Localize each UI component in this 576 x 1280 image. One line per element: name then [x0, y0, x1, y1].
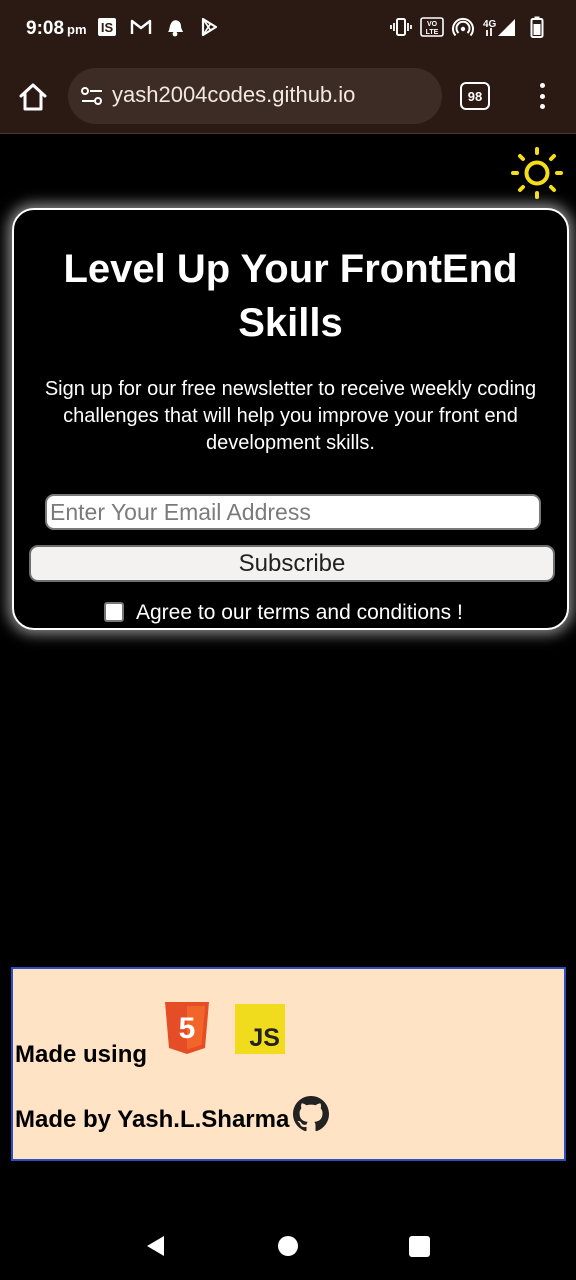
menu-dot-icon	[539, 104, 545, 109]
browser-toolbar: yash2004codes.github.io 98	[0, 58, 576, 134]
volte-icon: VO LTE	[420, 16, 444, 38]
sun-icon	[511, 147, 563, 199]
notification-bell-icon	[164, 16, 186, 38]
vibrate-icon	[390, 16, 412, 38]
svg-text:IS: IS	[101, 20, 114, 35]
home-icon	[19, 83, 47, 111]
newsletter-card: Level Up Your FrontEnd Skills Sign up fo…	[12, 208, 569, 630]
home-nav-button[interactable]	[278, 1236, 298, 1256]
more-menu-button[interactable]	[530, 80, 554, 112]
site-settings-icon[interactable]	[80, 84, 104, 108]
menu-dot-icon	[539, 83, 545, 88]
made-using-label: Made using	[15, 1041, 148, 1068]
svg-text:4G: 4G	[483, 19, 497, 30]
gmail-icon	[130, 16, 152, 38]
battery-icon	[526, 16, 548, 38]
svg-text:LTE: LTE	[426, 29, 439, 36]
terms-row: Agree to our terms and conditions !	[14, 601, 567, 632]
js-logo-text: JS	[249, 1024, 280, 1052]
address-bar[interactable]: yash2004codes.github.io	[68, 68, 442, 124]
status-right-icons: VO LTE 4G	[390, 16, 548, 38]
svg-text:5: 5	[179, 1012, 196, 1045]
svg-text:VO: VO	[427, 21, 438, 28]
url-text: yash2004codes.github.io	[112, 82, 356, 107]
footer: Made using 5 JS Made by Yash.L.Sharma	[11, 967, 566, 1161]
status-bar: 9:08 pm IS VO LTE 4G	[0, 0, 576, 58]
subscribe-button[interactable]: Subscribe	[29, 545, 555, 582]
made-by-label: Made by Yash.L.Sharma	[15, 1106, 290, 1133]
email-input[interactable]	[45, 494, 541, 530]
tab-switcher-button[interactable]: 98	[460, 82, 490, 110]
status-time-ampm: pm	[67, 22, 87, 37]
html5-icon: 5	[163, 1000, 211, 1056]
status-time: 9:08 pm	[26, 18, 87, 40]
github-icon[interactable]	[293, 1096, 329, 1132]
newsletter-title: Level Up Your FrontEnd Skills	[63, 247, 518, 345]
terms-label: Agree to our terms and conditions !	[136, 601, 463, 624]
back-button[interactable]	[144, 1234, 166, 1258]
theme-toggle-button[interactable]	[510, 146, 564, 200]
status-time-value: 9:08	[26, 18, 65, 39]
home-button[interactable]	[16, 80, 50, 114]
terms-checkbox[interactable]	[104, 602, 124, 622]
hotspot-icon	[452, 16, 474, 38]
javascript-icon: JS	[235, 1004, 285, 1054]
play-store-icon	[198, 16, 220, 38]
status-left-icons: IS	[96, 16, 220, 38]
back-icon	[147, 1236, 164, 1256]
system-nav-bar	[0, 1200, 576, 1280]
menu-dot-icon	[539, 93, 545, 99]
instasave-icon: IS	[96, 16, 118, 38]
signal-4g-icon: 4G	[482, 16, 518, 38]
newsletter-description: Sign up for our free newsletter to recei…	[44, 378, 537, 454]
recents-button[interactable]	[409, 1236, 430, 1257]
